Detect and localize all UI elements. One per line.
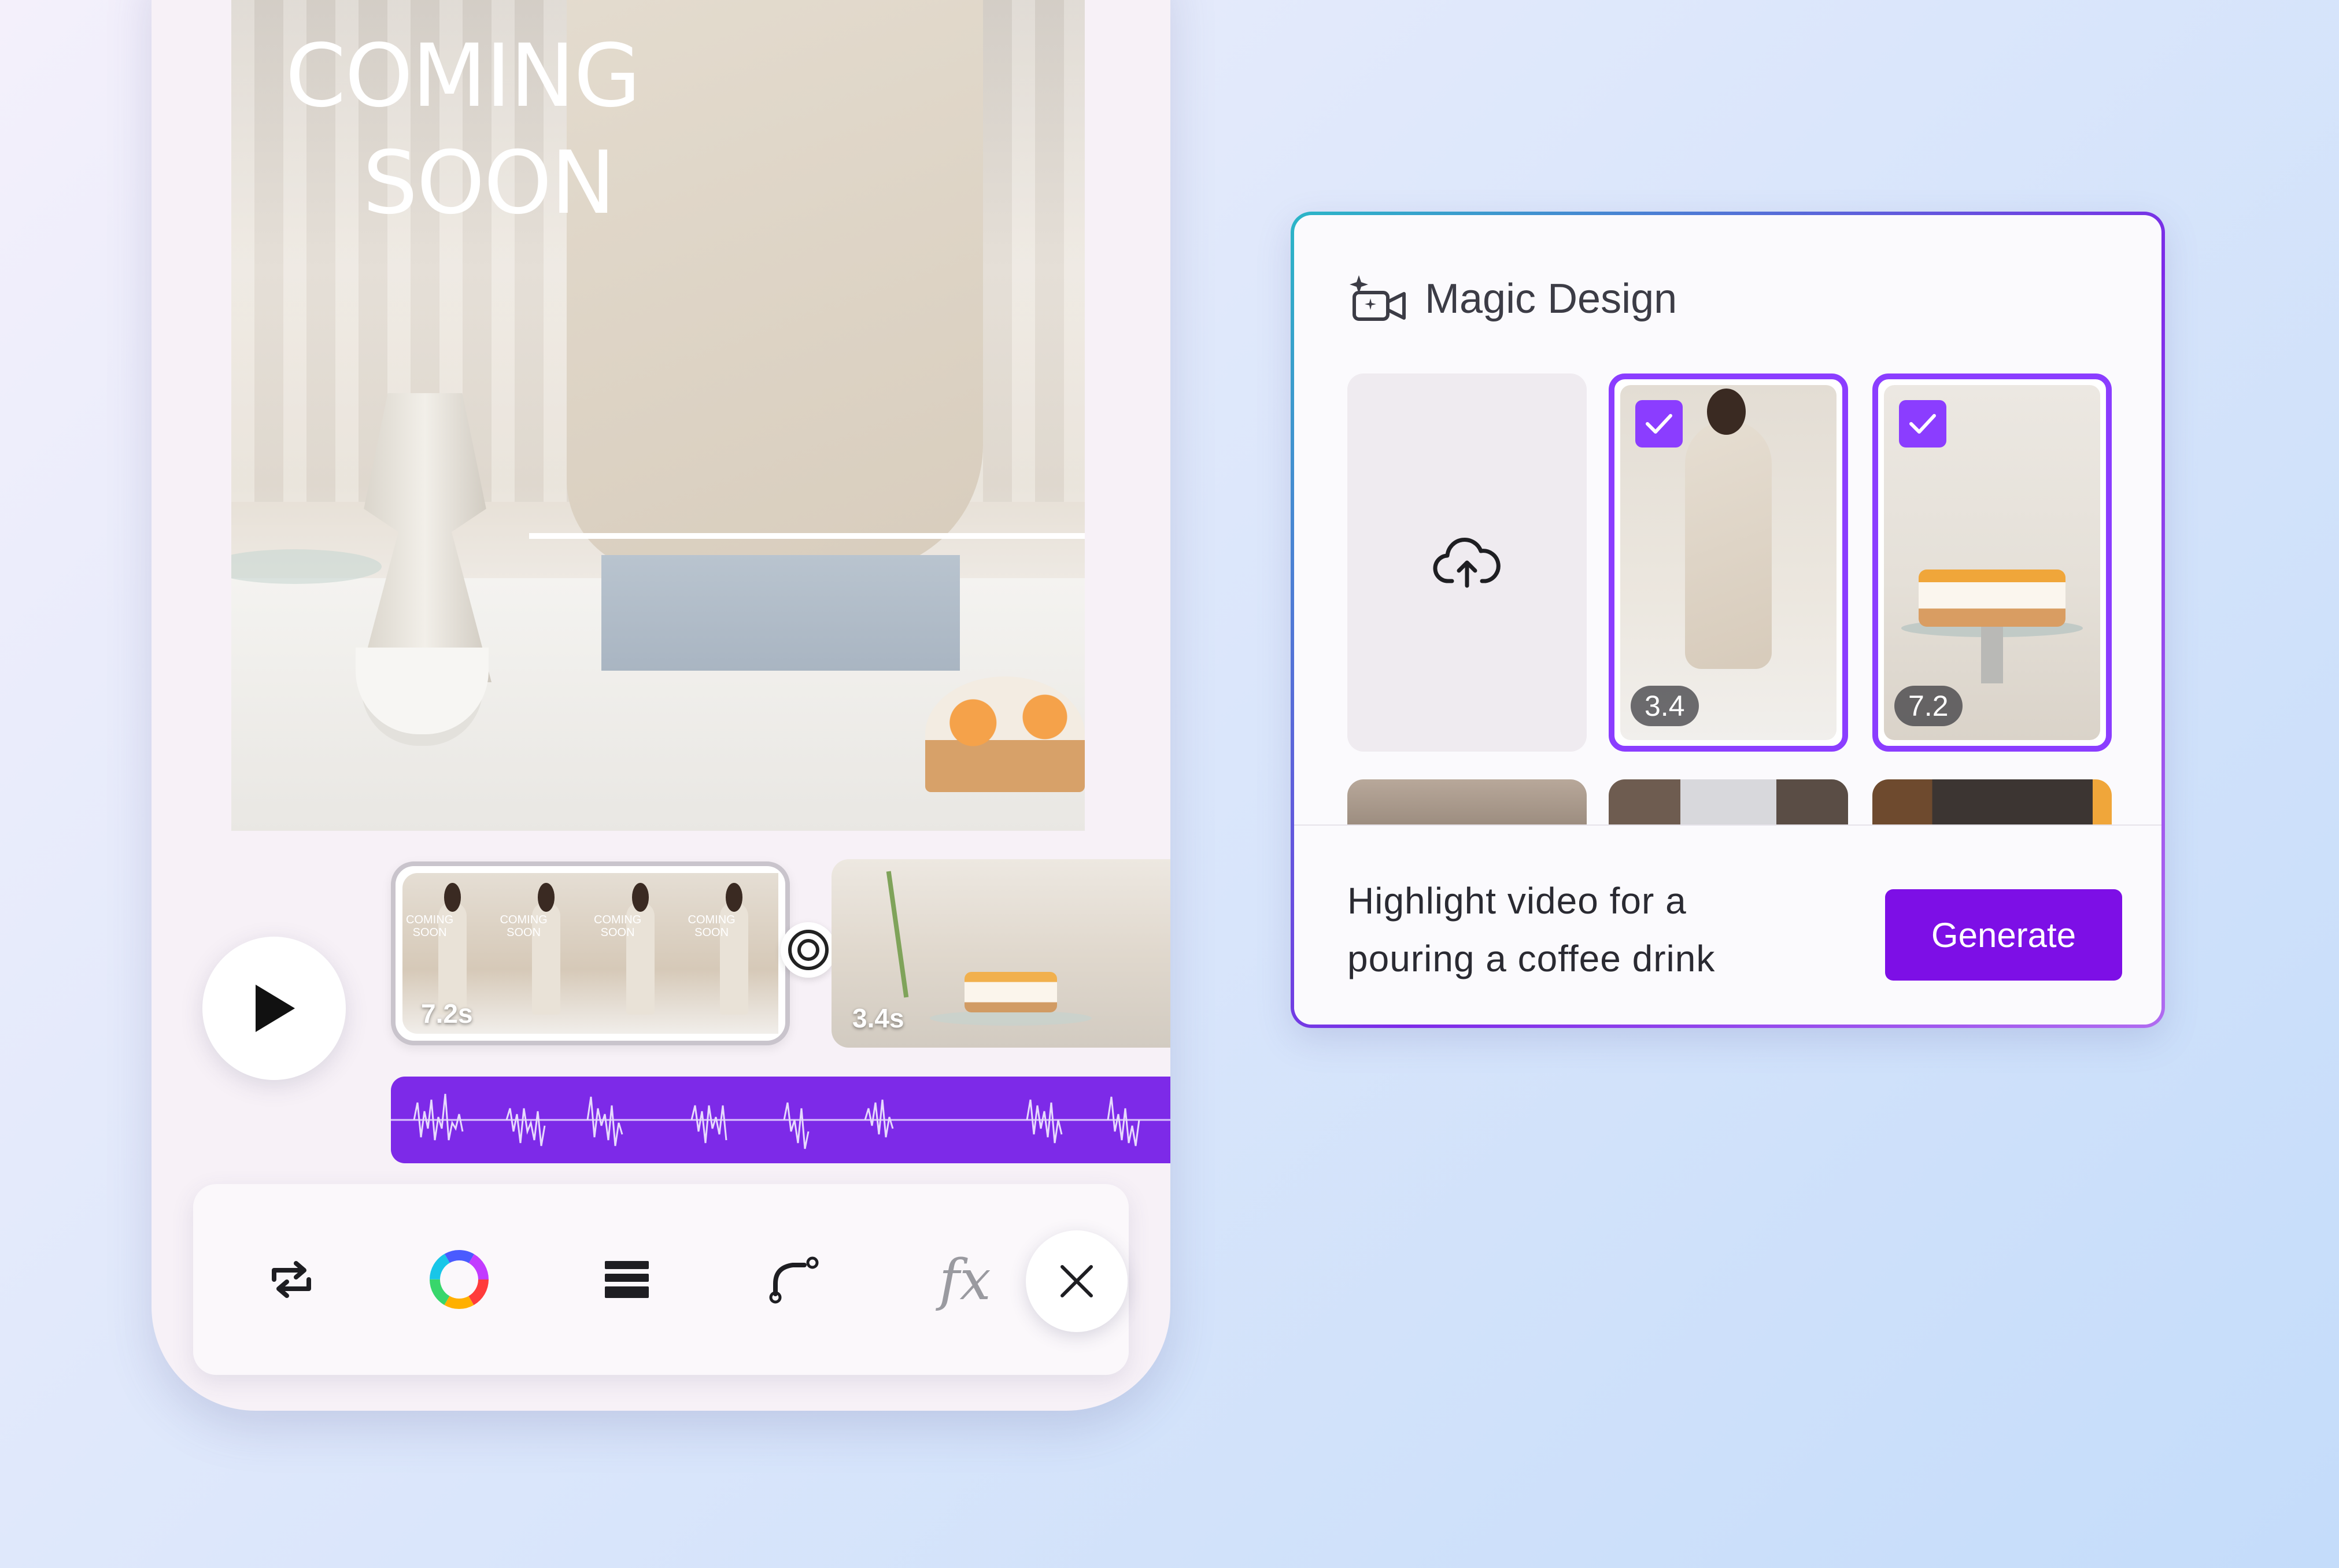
- magic-video-icon: [1350, 275, 1406, 321]
- close-icon: [1061, 1265, 1093, 1297]
- color-wheel-icon: [430, 1250, 489, 1309]
- thumb-text: COMING SOON: [406, 914, 454, 939]
- cake: [1918, 569, 2066, 627]
- duration-badge: 7.2: [1894, 686, 1963, 726]
- duration-badge: 3.4: [1631, 686, 1699, 726]
- panel-header: Magic Design: [1347, 273, 1677, 325]
- color-button[interactable]: [424, 1245, 494, 1314]
- timeline-clip-2[interactable]: 3.4s: [832, 859, 1170, 1048]
- check-icon: [1646, 414, 1672, 434]
- prompt-text[interactable]: Highlight video for a pouring a coffee d…: [1347, 872, 1845, 988]
- waveform: [391, 1093, 1170, 1149]
- media-thumbnail: 7.2: [1884, 385, 2100, 740]
- layers-button[interactable]: [592, 1245, 662, 1314]
- magic-design-panel: Magic Design 3.4 7.2 Highlight video for…: [1291, 212, 2165, 1028]
- prompt-line-1: Highlight video for a: [1347, 880, 1687, 922]
- selected-checkbox[interactable]: [1635, 400, 1683, 448]
- clip-1-duration: 7.2s: [421, 999, 473, 1029]
- audio-track[interactable]: [391, 1077, 1170, 1163]
- person-jeans: [601, 555, 960, 671]
- media-tile[interactable]: 7.2: [1872, 373, 2112, 752]
- play-icon: [256, 985, 295, 1032]
- animate-path-button[interactable]: [760, 1245, 829, 1314]
- text-underline: [529, 533, 1085, 539]
- effects-icon[interactable]: fx: [939, 1248, 991, 1312]
- prompt-line-2: pouring a coffee drink: [1347, 938, 1716, 979]
- curve-icon: [769, 1256, 819, 1304]
- timeline-clip-1[interactable]: COMING SOON COMING SOON COMING SOON COMING S…: [391, 861, 790, 1045]
- pastries: [925, 676, 1085, 792]
- replace-icon: [272, 1261, 311, 1298]
- selected-checkbox[interactable]: [1899, 400, 1946, 448]
- flower-stem: [886, 871, 909, 998]
- clip-frame: COMING SOON: [684, 873, 778, 1034]
- play-button[interactable]: [202, 937, 346, 1080]
- clip-frame: COMING SOON: [496, 873, 590, 1034]
- replace-button[interactable]: [257, 1245, 326, 1314]
- generate-button[interactable]: Generate: [1885, 889, 2122, 981]
- media-tile[interactable]: 3.4: [1609, 373, 1848, 752]
- prompt-footer: Highlight video for a pouring a coffee d…: [1294, 824, 2161, 1025]
- thumb-text: COMING SOON: [500, 914, 548, 939]
- phone-editor: COMING SOON COMING SOON COMING SOON COMING…: [152, 0, 1170, 1411]
- transition-button[interactable]: [781, 922, 836, 978]
- clip-2-duration: 3.4s: [852, 1003, 904, 1033]
- check-icon: [1909, 414, 1936, 434]
- upload-tile[interactable]: [1347, 373, 1587, 752]
- transition-icon: [788, 930, 829, 970]
- bottom-toolbar: fx: [193, 1184, 1129, 1375]
- cake: [965, 972, 1057, 1012]
- thumb-text: COMING SOON: [688, 914, 736, 939]
- stand-post: [1981, 626, 2003, 683]
- media-thumbnail: 3.4: [1620, 385, 1837, 740]
- thumb-text: COMING SOON: [594, 914, 642, 939]
- title-line-1: COMING: [285, 26, 641, 127]
- video-title-text[interactable]: COMING SOON: [231, 23, 694, 237]
- cloud-upload-icon: [1433, 538, 1501, 588]
- close-button[interactable]: [1026, 1230, 1128, 1332]
- video-preview[interactable]: COMING SOON: [231, 0, 1085, 831]
- panel-title: Magic Design: [1425, 276, 1677, 322]
- cake-stand: [930, 1011, 1092, 1026]
- title-line-2: SOON: [363, 133, 616, 234]
- clip-frame: COMING SOON: [590, 873, 685, 1034]
- layers-icon: [605, 1261, 649, 1298]
